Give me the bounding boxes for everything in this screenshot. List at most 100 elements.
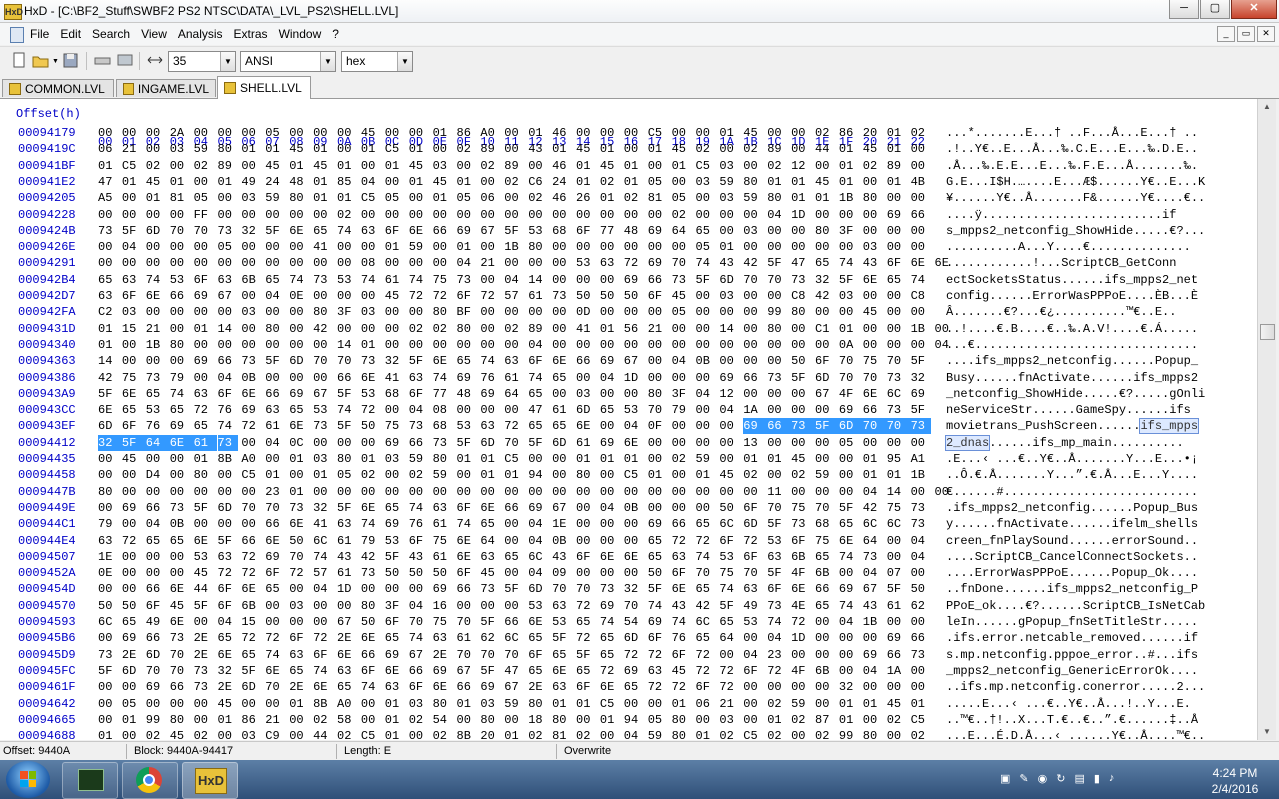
hex-byte[interactable]: 26 [576,190,596,206]
hex-byte[interactable]: 05 [672,304,692,320]
hex-byte[interactable]: 00 [815,337,835,353]
hex-byte[interactable]: 00 [815,158,835,174]
hex-byte[interactable]: 65 [576,663,596,679]
hex-byte[interactable]: 72 [600,663,620,679]
hex-byte[interactable]: 50 [719,500,739,516]
hex-byte[interactable]: 75 [433,614,453,630]
row-text[interactable]: €......#........................... [946,484,1198,500]
hex-byte[interactable]: 5F [839,500,859,516]
row-text[interactable]: .Å...‰.E.E...E...‰.F.E...Å.......‰. [946,158,1198,174]
hex-byte[interactable]: 59 [719,174,739,190]
hex-byte[interactable]: 00 [887,728,907,740]
hex-byte[interactable]: 00 [648,353,668,369]
hex-byte[interactable]: 00 [265,304,285,320]
hex-byte[interactable]: 63 [218,272,238,288]
hex-byte[interactable]: 80 [648,386,668,402]
hex-byte[interactable]: 01 [767,451,787,467]
hex-byte[interactable]: 00 [504,712,524,728]
hex-byte[interactable]: 66 [361,647,381,663]
hex-byte[interactable]: 6E [337,647,357,663]
hex-byte[interactable]: 6F [194,272,214,288]
row-text[interactable]: ¥......Y€..Å.......F&......Y€....€.. [946,190,1205,206]
hex-byte[interactable]: 04 [767,207,787,223]
hex-byte[interactable]: 75 [122,370,142,386]
hex-byte[interactable]: 66 [504,500,524,516]
hex-byte[interactable]: 00 [719,207,739,223]
hex-byte[interactable]: 05 [648,712,668,728]
hex-byte[interactable]: 02 [767,728,787,740]
hex-byte[interactable]: 70 [767,500,787,516]
hex-byte[interactable]: 01 [600,451,620,467]
hex-byte[interactable]: 05 [337,467,357,483]
hex-byte[interactable]: 00 [767,435,787,451]
hex-byte[interactable]: 6E [528,614,548,630]
hex-byte[interactable]: 50 [600,288,620,304]
hex-byte[interactable]: 66 [457,679,477,695]
hex-byte[interactable]: 03 [122,304,142,320]
hex-byte[interactable]: 00 [409,207,429,223]
hex-byte[interactable]: 00 [815,402,835,418]
hex-byte[interactable]: 75 [863,353,883,369]
hex-byte[interactable]: 21 [265,712,285,728]
hex-byte[interactable]: 02 [504,321,524,337]
hex-byte[interactable]: 5F [696,272,716,288]
hex-byte[interactable]: 00 [767,467,787,483]
hex-byte[interactable]: 32 [241,223,261,239]
hex-byte[interactable]: 72 [361,402,381,418]
hex-byte[interactable]: 66 [815,581,835,597]
hex-byte[interactable]: 32 [839,679,859,695]
hex-byte[interactable]: 00 [241,696,261,712]
hex-byte[interactable]: 00 [170,467,190,483]
hex-byte[interactable]: 00 [170,321,190,337]
hex-byte[interactable]: 65 [98,272,118,288]
hex-byte[interactable]: 04 [122,239,142,255]
hex-byte[interactable]: 73 [791,418,815,435]
hex-byte[interactable]: 6D [480,435,500,451]
hex-byte[interactable]: 69 [194,353,214,369]
hex-byte[interactable]: 00 [457,337,477,353]
hex-byte[interactable]: 99 [146,712,166,728]
hex-byte[interactable]: 00 [696,500,716,516]
hex-byte[interactable]: 03 [241,728,261,740]
hex-byte[interactable]: 73 [170,630,190,646]
hex-byte[interactable]: 73 [911,500,931,516]
hex-byte[interactable]: 02 [815,125,835,141]
hex-byte[interactable]: 00 [672,370,692,386]
hex-byte[interactable]: 69 [624,663,644,679]
hex-byte[interactable]: 00 [313,255,333,271]
hex-byte[interactable]: 53 [194,549,214,565]
hex-byte[interactable]: 00 [648,337,668,353]
hex-byte[interactable]: 00 [600,565,620,581]
hex-byte[interactable]: 14 [528,272,548,288]
hex-byte[interactable]: 00 [648,304,668,320]
hex-byte[interactable]: 14 [98,353,118,369]
hex-byte[interactable]: 5F [194,500,214,516]
hex-byte[interactable]: 02 [409,321,429,337]
hex-byte[interactable]: 00 [863,321,883,337]
hex-byte[interactable]: 02 [696,141,716,157]
hex-byte[interactable]: 00 [576,272,596,288]
hex-byte[interactable]: 6B [241,272,261,288]
hex-byte[interactable]: 1A [743,402,763,418]
hex-byte[interactable]: 57 [504,288,524,304]
hex-byte[interactable]: 64 [863,533,883,549]
hex-byte[interactable]: 01 [98,728,118,740]
hex-byte[interactable]: 09 [552,565,572,581]
hex-byte[interactable]: 6D [98,418,118,434]
hex-byte[interactable]: 00 [313,337,333,353]
hex-byte[interactable]: 01 [887,174,907,190]
hex-byte[interactable]: 00 [672,484,692,500]
hex-byte[interactable]: 70 [767,272,787,288]
hex-byte[interactable]: 00 [839,663,859,679]
hex-byte[interactable]: 5F [552,630,572,646]
hex-byte[interactable]: 00 [887,304,907,320]
hex-byte[interactable]: FF [194,207,214,223]
hex-byte[interactable]: 00 [839,239,859,255]
hex-editor[interactable]: Offset(h) 00 01 02 03 04 05 06 07 08 09 0A 0B 0C 0D 0E… [0,99,1257,740]
hex-byte[interactable]: 6E [313,679,333,695]
hex-byte[interactable]: 75 [887,500,907,516]
hex-byte[interactable]: 01 [361,141,381,157]
hex-byte[interactable]: 6F [409,533,429,549]
hex-byte[interactable]: 5F [241,663,261,679]
hex-byte[interactable]: 75 [791,500,811,516]
